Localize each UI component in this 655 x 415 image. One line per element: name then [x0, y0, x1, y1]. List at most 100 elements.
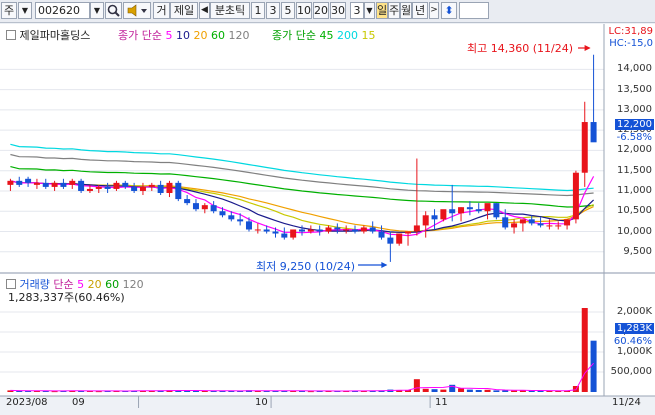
current-price: 12,200 — [617, 119, 652, 130]
candle-body — [290, 229, 297, 238]
volume-bar — [493, 390, 500, 392]
volume-value-text: 1,283,337주(60.46%) — [8, 291, 125, 304]
date-text: 11/24 — [612, 397, 641, 408]
candle-body — [422, 215, 429, 226]
ma200-line — [10, 143, 594, 192]
candle-body — [148, 184, 155, 187]
candle-body — [307, 229, 314, 232]
candle-body — [590, 122, 597, 143]
candle-body — [405, 231, 412, 234]
ma20-label: 20 — [193, 29, 208, 42]
volume-bar — [413, 379, 420, 392]
candle-body — [387, 237, 394, 244]
candle-body — [281, 233, 288, 238]
candle-body — [131, 186, 138, 191]
volume-bar — [581, 308, 588, 392]
price-tick-label: 13,500 — [617, 83, 652, 95]
price-tick-label: 10,500 — [617, 205, 652, 217]
price-tick-label: 9,500 — [623, 245, 652, 257]
candle-body — [440, 209, 447, 220]
candle-body — [493, 203, 500, 218]
current-volume-tag: 1,283K — [614, 323, 654, 334]
candle-body — [572, 172, 579, 220]
candle-body — [581, 122, 588, 173]
candle-body — [157, 184, 164, 193]
volume-tick-label: 2,000K — [616, 306, 652, 317]
candle-body — [431, 215, 438, 220]
candle-body — [528, 219, 535, 224]
ma200-label: 200 — [336, 29, 358, 42]
candle-body — [122, 182, 129, 187]
volume-bar — [422, 388, 429, 392]
ma60-label: 60 — [210, 29, 225, 42]
candle-body — [475, 209, 482, 212]
date-text: 10 — [255, 397, 268, 408]
price-tick-label: 10,000 — [617, 225, 652, 237]
date-text: 2023/08 — [6, 397, 48, 408]
candle-body — [69, 180, 76, 185]
candle-body — [175, 182, 182, 200]
candle-body — [25, 178, 32, 183]
candle-body — [7, 180, 14, 185]
candle-body — [51, 182, 58, 187]
price-tick-label: 12,000 — [617, 144, 652, 156]
volume-pct: 60.46% — [613, 336, 652, 347]
candle-body — [352, 229, 359, 232]
candle-body — [16, 180, 23, 185]
candle-body — [484, 203, 491, 212]
candle-body — [192, 203, 199, 210]
candle-body — [263, 229, 270, 232]
volume-bar — [511, 390, 518, 392]
stock-name-legend: 제일파마홀딩스 — [6, 27, 90, 43]
ma120-label: 120 — [228, 29, 250, 42]
candle-body — [325, 227, 332, 232]
legend-box-icon — [6, 30, 16, 40]
volume-tick-label: 500,000 — [610, 366, 652, 377]
candle-body — [104, 186, 111, 189]
stock-name: 제일파마홀딩스 — [19, 29, 91, 42]
legend-box-icon — [6, 279, 16, 289]
ma5-label: 5 — [165, 29, 173, 42]
candle-body — [219, 211, 226, 216]
low-arrow-icon — [381, 262, 388, 268]
candle-body — [458, 207, 465, 214]
ma-legend: 종가 단순 5 10 20 60 120 — [118, 27, 249, 43]
low-annotation: 최저 9,250 (10/24) — [256, 258, 355, 274]
candle-body — [343, 229, 350, 231]
price-tick-label: 13,000 — [617, 103, 652, 115]
candle-body — [466, 207, 473, 210]
candle-body — [413, 225, 420, 232]
candle-body — [316, 229, 323, 232]
ma10-label: 10 — [175, 29, 190, 42]
candle-body — [360, 227, 367, 232]
candle-body — [299, 229, 305, 232]
volume-bar — [440, 389, 447, 392]
current-price-tag: 12,200 — [615, 119, 654, 130]
candle-body — [201, 205, 208, 210]
candle-body — [511, 223, 518, 228]
ma-title: 종가 단순 — [118, 29, 162, 42]
volume-bar — [466, 389, 473, 392]
price-tick-label: 11,000 — [617, 184, 652, 196]
candle-body — [184, 199, 191, 204]
candle-body — [555, 225, 562, 227]
chart-canvas — [0, 24, 655, 408]
candle-body — [546, 225, 553, 227]
candle-body — [272, 231, 279, 234]
date-text: 09 — [72, 397, 85, 408]
price-axis: 14,00013,50013,00012,50012,00011,50011,0… — [603, 24, 655, 272]
ma15-label: 15 — [361, 29, 376, 42]
candle-body — [396, 233, 403, 244]
candle-body — [564, 219, 571, 226]
date-label-nov: 11 — [435, 397, 448, 408]
candle-body — [42, 182, 49, 187]
ma120-line — [10, 153, 594, 197]
candle-body — [60, 182, 67, 187]
date-text: 11 — [435, 397, 448, 408]
candle-body — [369, 227, 376, 232]
candle-body — [166, 182, 173, 193]
high-arrow-icon — [584, 45, 591, 51]
ma-long-legend: 종가 단순 45 200 15 — [272, 27, 375, 43]
date-label-last: 11/24 — [612, 397, 641, 408]
high-annotation: 최고 14,360 (11/24) — [467, 40, 573, 56]
